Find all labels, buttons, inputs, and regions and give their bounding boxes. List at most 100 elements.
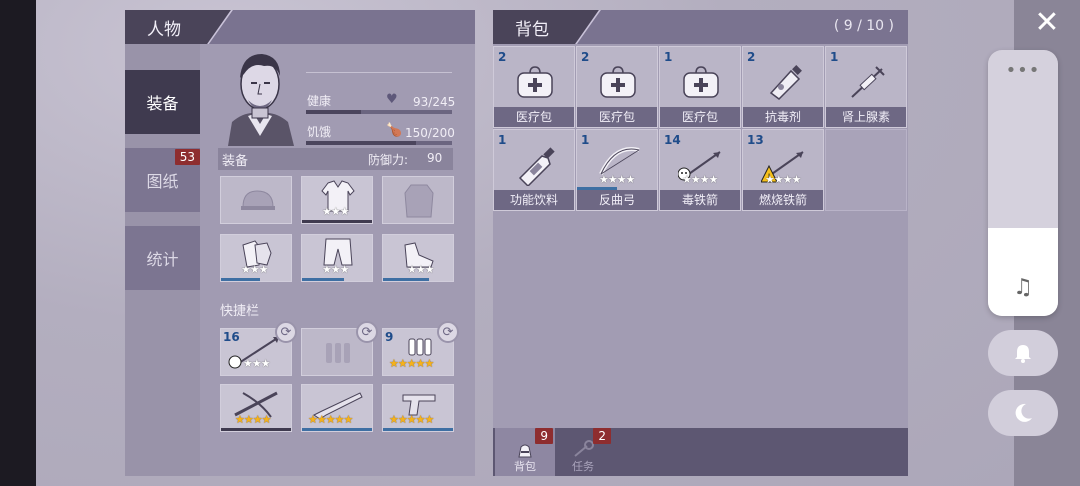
key-icon xyxy=(574,440,594,457)
stats-divider xyxy=(306,72,452,73)
item-label: 医疗包 xyxy=(494,107,574,127)
defense-label: 防御力: xyxy=(368,153,409,167)
helmet-icon xyxy=(241,190,275,210)
medkit-icon xyxy=(600,66,636,98)
quick-slot-3-count: 9 xyxy=(385,330,394,344)
item-label: 燃烧铁箭 xyxy=(743,190,823,210)
hunger-value: 150/200 xyxy=(405,126,455,140)
equip-slot-shirt[interactable] xyxy=(382,176,454,224)
backpack-bottom-tabs: 背包 9 任务 2 xyxy=(493,428,908,476)
tab-blueprints-label: 图纸 xyxy=(146,172,179,191)
equip-slot-gloves[interactable]: ★★★ xyxy=(220,234,292,282)
quick-slot-6-stars: ★★★★★ xyxy=(389,413,434,426)
quick-slot-6[interactable]: ★★★★★ xyxy=(382,384,454,432)
backpack-badge: 9 xyxy=(535,428,553,444)
close-icon: ✕ xyxy=(1034,5,1060,40)
health-bar-fill xyxy=(306,110,362,114)
crossbow-durability xyxy=(221,428,291,431)
item-count: 2 xyxy=(498,50,507,64)
hunger-label: 饥饿 xyxy=(307,125,332,139)
jacket-durability xyxy=(302,220,372,223)
tab-backpack-label: 背包 xyxy=(514,460,536,473)
tab-quests[interactable]: 任务 2 xyxy=(553,428,613,476)
item-label: 功能饮料 xyxy=(494,190,574,210)
equipment-label: 装备 xyxy=(222,154,249,169)
drumstick-icon: 🍗 xyxy=(386,123,403,138)
item-label: 抗毒剂 xyxy=(743,107,823,127)
item-count: 1 xyxy=(664,50,673,64)
tab-statistics[interactable]: 统计 xyxy=(125,226,200,290)
backpack-item[interactable]: 1 医疗包 xyxy=(659,46,741,128)
shoes-stars: ★★★ xyxy=(407,263,435,276)
tab-equipment[interactable]: 装备 xyxy=(125,70,200,134)
item-count: 1 xyxy=(498,133,507,147)
quick-slot-2[interactable]: ⟳ xyxy=(301,321,378,376)
shotgun-durability xyxy=(302,428,372,431)
backpack-capacity: ( 9 / 10 ) xyxy=(833,18,894,34)
quick-slot-5[interactable]: ★★★★★ xyxy=(301,384,373,432)
quick-slot-1-count: 16 xyxy=(223,330,240,344)
quick-slot-4[interactable]: ★★★★ xyxy=(220,384,292,432)
backpack-item[interactable]: 2 医疗包 xyxy=(576,46,658,128)
backpack-item[interactable]: 1 功能饮料 xyxy=(493,129,575,211)
item-label: 医疗包 xyxy=(577,107,657,127)
quests-badge: 2 xyxy=(593,428,611,444)
tab-equipment-label: 装备 xyxy=(146,94,179,113)
left-frame xyxy=(0,0,36,486)
health-label: 健康 xyxy=(307,94,332,108)
medkit-icon xyxy=(517,66,553,98)
backpack-item[interactable]: 2 医疗包 xyxy=(493,46,575,128)
quick-slot-3[interactable]: 9 ★★★★★ ⟳ xyxy=(382,321,459,376)
equip-slot-head[interactable] xyxy=(220,176,292,224)
tab-quests-label: 任务 xyxy=(572,460,594,473)
backpack-empty-slot[interactable] xyxy=(825,129,907,211)
refresh-icon[interactable]: ⟳ xyxy=(356,321,378,343)
character-portrait xyxy=(218,44,302,146)
pants-stars: ★★★ xyxy=(322,263,350,276)
tab-blueprints[interactable]: 图纸 53 xyxy=(125,148,200,212)
pants-durability xyxy=(302,278,344,281)
quick-slot-1[interactable]: 16 ★★★ ⟳ xyxy=(220,321,297,376)
backpack-item[interactable]: 2 抗毒剂 xyxy=(742,46,824,128)
shoes-durability xyxy=(383,278,429,281)
volume-slider[interactable]: ••• ♫ xyxy=(988,50,1058,316)
heart-icon: ♥ xyxy=(386,92,398,107)
item-stars: ★★★★ xyxy=(599,173,635,186)
item-stars: ★★★★ xyxy=(765,173,801,186)
backpack-item[interactable]: 1 肾上腺素 xyxy=(825,46,907,128)
close-button[interactable]: ✕ xyxy=(1030,8,1064,38)
equip-slot-body[interactable]: ★★★ xyxy=(301,176,373,224)
hunger-bar-fill xyxy=(306,141,416,145)
character-panel: 人物 装备 图纸 53 统计 健康 ♥ 93/245 饥饿 🍗 150/200 … xyxy=(125,10,475,476)
quickbar-section-bar: 快捷栏 xyxy=(218,297,453,319)
item-label: 毒铁箭 xyxy=(660,190,740,210)
item-label: 反曲弓 xyxy=(577,190,657,210)
moon-icon xyxy=(1015,403,1032,422)
jacket-stars: ★★★ xyxy=(322,205,350,218)
item-label: 肾上腺素 xyxy=(826,107,906,127)
defense-value: 90 xyxy=(427,151,443,165)
refresh-icon[interactable]: ⟳ xyxy=(275,321,297,343)
backpack-panel: 背包 ( 9 / 10 ) 2 医疗包 2 医疗包 1 医疗包 2 抗毒剂 1 … xyxy=(493,10,908,476)
ring-mode-button[interactable] xyxy=(988,330,1058,376)
volume-more-icon[interactable]: ••• xyxy=(988,60,1058,81)
equip-slot-pants[interactable]: ★★★ xyxy=(301,234,373,282)
quick-slot-3-stars: ★★★★★ xyxy=(389,357,434,370)
backpack-grid: 2 医疗包 2 医疗包 1 医疗包 2 抗毒剂 1 肾上腺素 1 功能饮料 1 … xyxy=(493,44,908,428)
character-title: 人物 xyxy=(147,20,181,40)
gloves-stars: ★★★ xyxy=(241,263,269,276)
quick-slot-4-stars: ★★★★ xyxy=(235,413,271,426)
backpack-item[interactable]: 1 ★★★★ 反曲弓 xyxy=(576,129,658,211)
tab-backpack[interactable]: 背包 9 xyxy=(495,428,555,476)
antidote-icon xyxy=(769,65,802,100)
music-note-icon: ♫ xyxy=(1013,275,1033,300)
backpack-item[interactable]: 14 ★★★★ 毒铁箭 xyxy=(659,129,741,211)
revolver-durability xyxy=(383,428,453,431)
dnd-mode-button[interactable] xyxy=(988,390,1058,436)
backpack-item[interactable]: 13 ! ★★★★ 燃烧铁箭 xyxy=(742,129,824,211)
equip-slot-shoes[interactable]: ★★★ xyxy=(382,234,454,282)
bell-icon xyxy=(1015,345,1031,363)
quick-slot-5-stars: ★★★★★ xyxy=(308,413,353,426)
energy-drink-icon xyxy=(518,147,555,186)
refresh-icon[interactable]: ⟳ xyxy=(437,321,459,343)
